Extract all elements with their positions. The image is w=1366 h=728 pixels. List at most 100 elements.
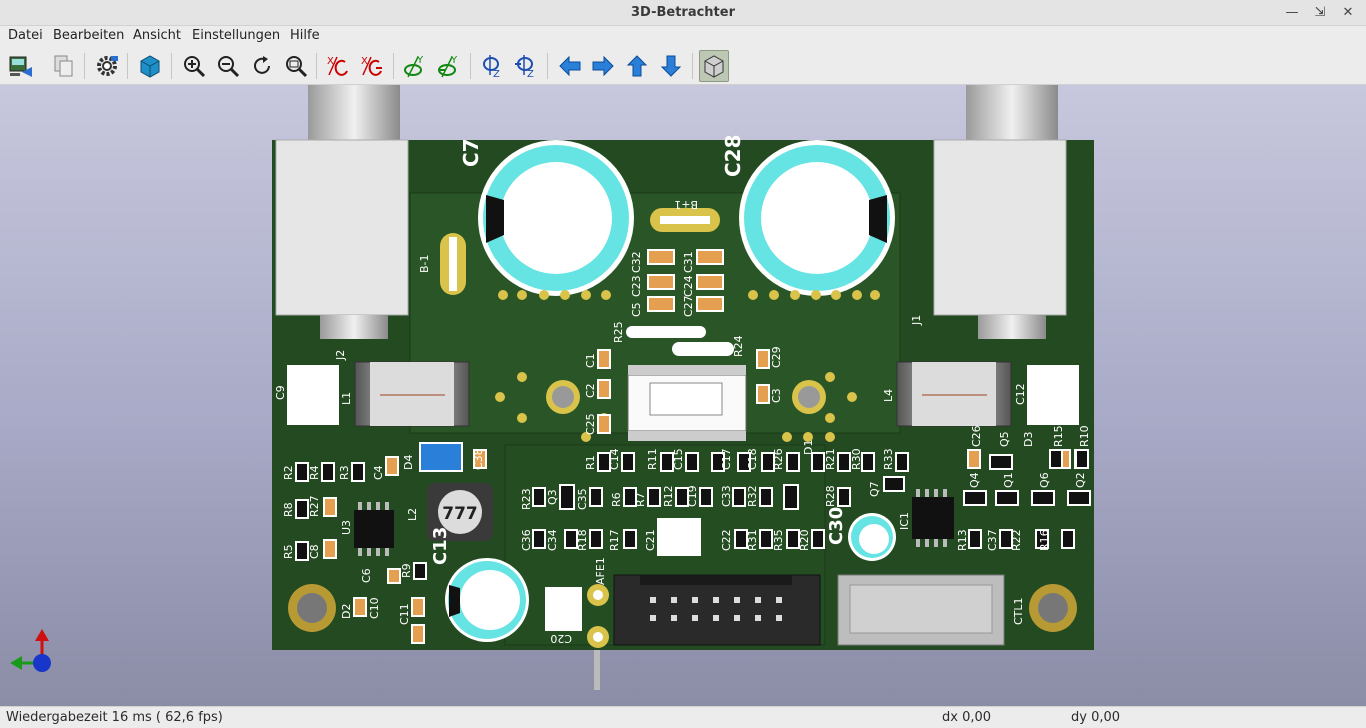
silk-label: C17 (720, 448, 733, 470)
silk-label: IC1 (898, 512, 911, 530)
silk-label: C37 (986, 529, 999, 551)
move-up-icon[interactable] (622, 50, 652, 82)
silk-label: C13 (430, 527, 451, 565)
silk-label: B+1 (674, 198, 698, 211)
render-time: Wiedergabezeit 16 ms ( 62,6 fps) (6, 710, 223, 725)
ic-U3 (354, 502, 394, 556)
silk-label: C36 (520, 529, 533, 551)
jack-barrel (308, 85, 400, 143)
dy-readout: dy 0,00 (1071, 710, 1121, 725)
rotate-z-cw-icon[interactable]: Z (477, 50, 507, 82)
silk-label: C29 (770, 346, 783, 368)
silk-label: R25 (612, 321, 625, 343)
silk-label: C15 (672, 448, 685, 470)
silk-label: C25 (584, 413, 597, 435)
capacitor-C9 (287, 365, 339, 425)
silk-label: C33 (720, 485, 733, 507)
silk-label: R12 (662, 485, 675, 507)
move-left-icon[interactable] (555, 50, 585, 82)
silk-label: Q2 (1074, 472, 1087, 488)
capacitor-C21 (657, 518, 701, 556)
silk-label: Q5 (998, 431, 1011, 447)
silk-label: R13 (956, 529, 969, 551)
capacitor-C20 (545, 587, 582, 631)
zoom-fit-icon[interactable] (281, 50, 311, 82)
maximize-icon[interactable]: ⇲ (1310, 3, 1330, 23)
minimize-icon[interactable]: — (1282, 3, 1302, 23)
silk-label: L4 (882, 389, 895, 402)
capacitor-C12 (1027, 365, 1079, 425)
silk-label: C30 (826, 507, 847, 545)
silk-label: R27 (308, 495, 321, 517)
silk-label: L1 (340, 392, 353, 405)
silk-label: C22 (720, 529, 733, 551)
silk-label: C2 (584, 383, 597, 398)
silk-label: Q7 (868, 481, 881, 497)
silk-label: C10 (368, 597, 381, 619)
jack-J1 (933, 139, 1067, 316)
move-right-icon[interactable] (588, 50, 618, 82)
close-icon[interactable]: ✕ (1338, 3, 1358, 23)
silk-label: R3 (338, 465, 351, 480)
silk-label: R35 (772, 529, 785, 551)
silk-label: Q3 (546, 489, 559, 505)
silk-label: R10 (1078, 425, 1091, 447)
silk-label: R21 (824, 448, 837, 470)
move-down-icon[interactable] (656, 50, 686, 82)
settings-gear-icon[interactable] (92, 50, 122, 82)
rotate-y-ccw-icon[interactable]: Y (434, 50, 464, 82)
silk-label: C18 (746, 448, 759, 470)
3d-box-icon[interactable] (135, 50, 165, 82)
silk-label: C9 (274, 385, 287, 400)
silk-label: R33 (882, 448, 895, 470)
menu-ansicht[interactable]: Ansicht (133, 28, 181, 43)
jack-barrel (966, 85, 1058, 143)
rotate-y-cw-icon[interactable]: Y (400, 50, 430, 82)
silk-label: D4 (402, 455, 415, 470)
silk-label: AFE1 (594, 557, 607, 585)
silk-label: CTL1 (1012, 597, 1025, 625)
silk-label: R4 (308, 465, 321, 480)
menu-einstellungen[interactable]: Einstellungen (192, 28, 280, 43)
silk-label: C28 (721, 134, 745, 177)
inductor-marking: 777 (442, 504, 478, 524)
silk-label: J1 (910, 315, 923, 326)
silk-label: Q6 (1038, 472, 1051, 488)
silk-label: R16 (1038, 529, 1051, 551)
silk-label: R1 (584, 455, 597, 470)
diode-D4 (419, 442, 463, 472)
silk-label: C11 (398, 603, 411, 625)
redraw-icon[interactable] (247, 50, 277, 82)
silk-label: R26 (772, 448, 785, 470)
silk-label: R20 (798, 529, 811, 551)
menu-datei[interactable]: Datei (8, 28, 43, 43)
svg-text:Y: Y (450, 55, 458, 66)
zoom-out-icon[interactable] (213, 50, 243, 82)
silk-label: R5 (282, 544, 295, 559)
silk-label: R30 (850, 448, 863, 470)
copy-icon[interactable] (49, 50, 79, 82)
zoom-in-icon[interactable] (179, 50, 209, 82)
pcb-export-icon[interactable] (6, 50, 36, 82)
silk-label: D2 (340, 604, 353, 619)
rotate-x-ccw-icon[interactable]: X (357, 50, 387, 82)
silk-label: C24 (682, 275, 695, 297)
silk-label: L2 (406, 508, 419, 521)
silk-label: R24 (732, 335, 745, 357)
silk-label: C20 (550, 632, 572, 645)
silk-label: C14 (608, 448, 621, 470)
silk-label: C23 (630, 275, 643, 297)
connector-AFE1 (613, 574, 821, 646)
menu-hilfe[interactable]: Hilfe (290, 28, 320, 43)
silk-label: C34 (546, 529, 559, 551)
menu-bearbeiten[interactable]: Bearbeiten (53, 28, 124, 43)
silk-label: C1 (584, 353, 597, 368)
silk-label: C35 (576, 488, 589, 510)
orthographic-toggle-icon[interactable] (699, 50, 729, 82)
silk-label: C6 (360, 568, 373, 583)
silk-label: R18 (576, 529, 589, 551)
rotate-x-cw-icon[interactable]: X (323, 50, 353, 82)
rotate-z-ccw-icon[interactable]: Z (511, 50, 541, 82)
3d-viewport[interactable]: 777 C7 C28 B+1 B-1 C32 C23 C5 C31 C24 C2… (0, 85, 1366, 706)
silk-label: R32 (746, 485, 759, 507)
